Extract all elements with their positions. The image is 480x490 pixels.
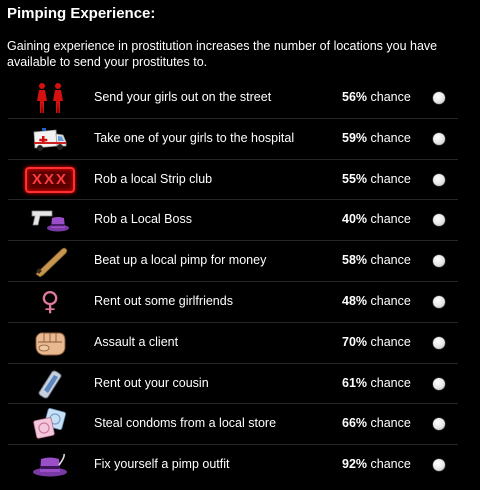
job-chance: 48% chance bbox=[342, 293, 411, 308]
job-label: Fix yourself a pimp outfit bbox=[94, 457, 230, 472]
job-label: Rob a local Strip club bbox=[94, 171, 213, 186]
job-chance: 66% chance bbox=[342, 416, 411, 431]
job-row[interactable]: Take one of your girls to the hospital 5… bbox=[8, 119, 458, 160]
xxx-sign-icon: XXX bbox=[22, 164, 78, 196]
job-chance: 56% chance bbox=[342, 90, 411, 104]
job-chance: 59% chance bbox=[342, 130, 411, 145]
female-symbol-icon: ♀ bbox=[22, 286, 78, 318]
job-label: Beat up a local pimp for money bbox=[94, 253, 267, 268]
job-radio-button[interactable] bbox=[433, 173, 445, 186]
street-girls-icon bbox=[22, 82, 78, 114]
fist-icon bbox=[22, 327, 78, 359]
xxx-sign-text: XXX bbox=[25, 166, 75, 193]
job-label: Rent out your cousin bbox=[94, 375, 209, 390]
job-chance: 40% chance bbox=[342, 212, 411, 227]
job-radio-button[interactable] bbox=[433, 295, 445, 308]
job-radio-button[interactable] bbox=[433, 255, 445, 268]
job-radio-button[interactable] bbox=[433, 459, 445, 472]
job-chance: 58% chance bbox=[342, 253, 411, 268]
job-row[interactable]: Send your girls out on the street 56% ch… bbox=[8, 78, 458, 119]
job-label: Send your girls out on the street bbox=[94, 90, 272, 104]
job-radio-button[interactable] bbox=[433, 214, 445, 227]
job-row[interactable]: Rent out your cousin 61% chance bbox=[8, 364, 458, 405]
job-radio-button[interactable] bbox=[433, 418, 445, 431]
job-row[interactable]: Assault a client 70% chance bbox=[8, 323, 458, 364]
job-label: Rent out some girlfriends bbox=[94, 293, 233, 308]
baseball-bat-icon bbox=[22, 245, 78, 278]
job-row[interactable]: ♀ Rent out some girlfriends 48% chance bbox=[8, 282, 458, 323]
pimping-experience-panel: Pimping Experience: Gaining experience i… bbox=[0, 0, 480, 490]
job-label: Rob a Local Boss bbox=[94, 212, 192, 227]
job-label: Assault a client bbox=[94, 334, 179, 349]
condom-icon bbox=[22, 408, 78, 440]
job-radio-button[interactable] bbox=[433, 132, 445, 145]
job-row[interactable]: Beat up a local pimp for money 58% chanc… bbox=[8, 241, 458, 282]
panel-title: Pimping Experience: bbox=[7, 5, 156, 22]
job-row[interactable]: Rob a Local Boss 40% chance bbox=[8, 200, 458, 242]
job-list: Send your girls out on the street 56% ch… bbox=[8, 78, 458, 486]
ambulance-icon bbox=[22, 123, 78, 155]
phone-icon bbox=[22, 368, 78, 400]
job-label: Steal condoms from a local store bbox=[94, 416, 277, 431]
panel-description: Gaining experience in prostitution incre… bbox=[7, 39, 438, 69]
job-chance: 70% chance bbox=[342, 334, 411, 349]
job-radio-button[interactable] bbox=[433, 92, 445, 104]
gun-hat-icon bbox=[22, 204, 78, 236]
job-row[interactable]: XXX Rob a local Strip club 55% chance bbox=[8, 160, 458, 201]
job-chance: 55% chance bbox=[342, 171, 411, 186]
job-chance: 92% chance bbox=[342, 457, 411, 472]
job-chance: 61% chance bbox=[342, 375, 411, 390]
job-row[interactable]: Steal condoms from a local store 66% cha… bbox=[8, 404, 458, 446]
job-row[interactable]: Fix yourself a pimp outfit 92% chance bbox=[8, 445, 458, 486]
job-label: Take one of your girls to the hospital bbox=[94, 130, 295, 145]
female-symbol-glyph: ♀ bbox=[40, 286, 60, 317]
pimp-hat-icon bbox=[22, 449, 78, 481]
job-radio-button[interactable] bbox=[433, 377, 445, 390]
job-radio-button[interactable] bbox=[433, 336, 445, 349]
